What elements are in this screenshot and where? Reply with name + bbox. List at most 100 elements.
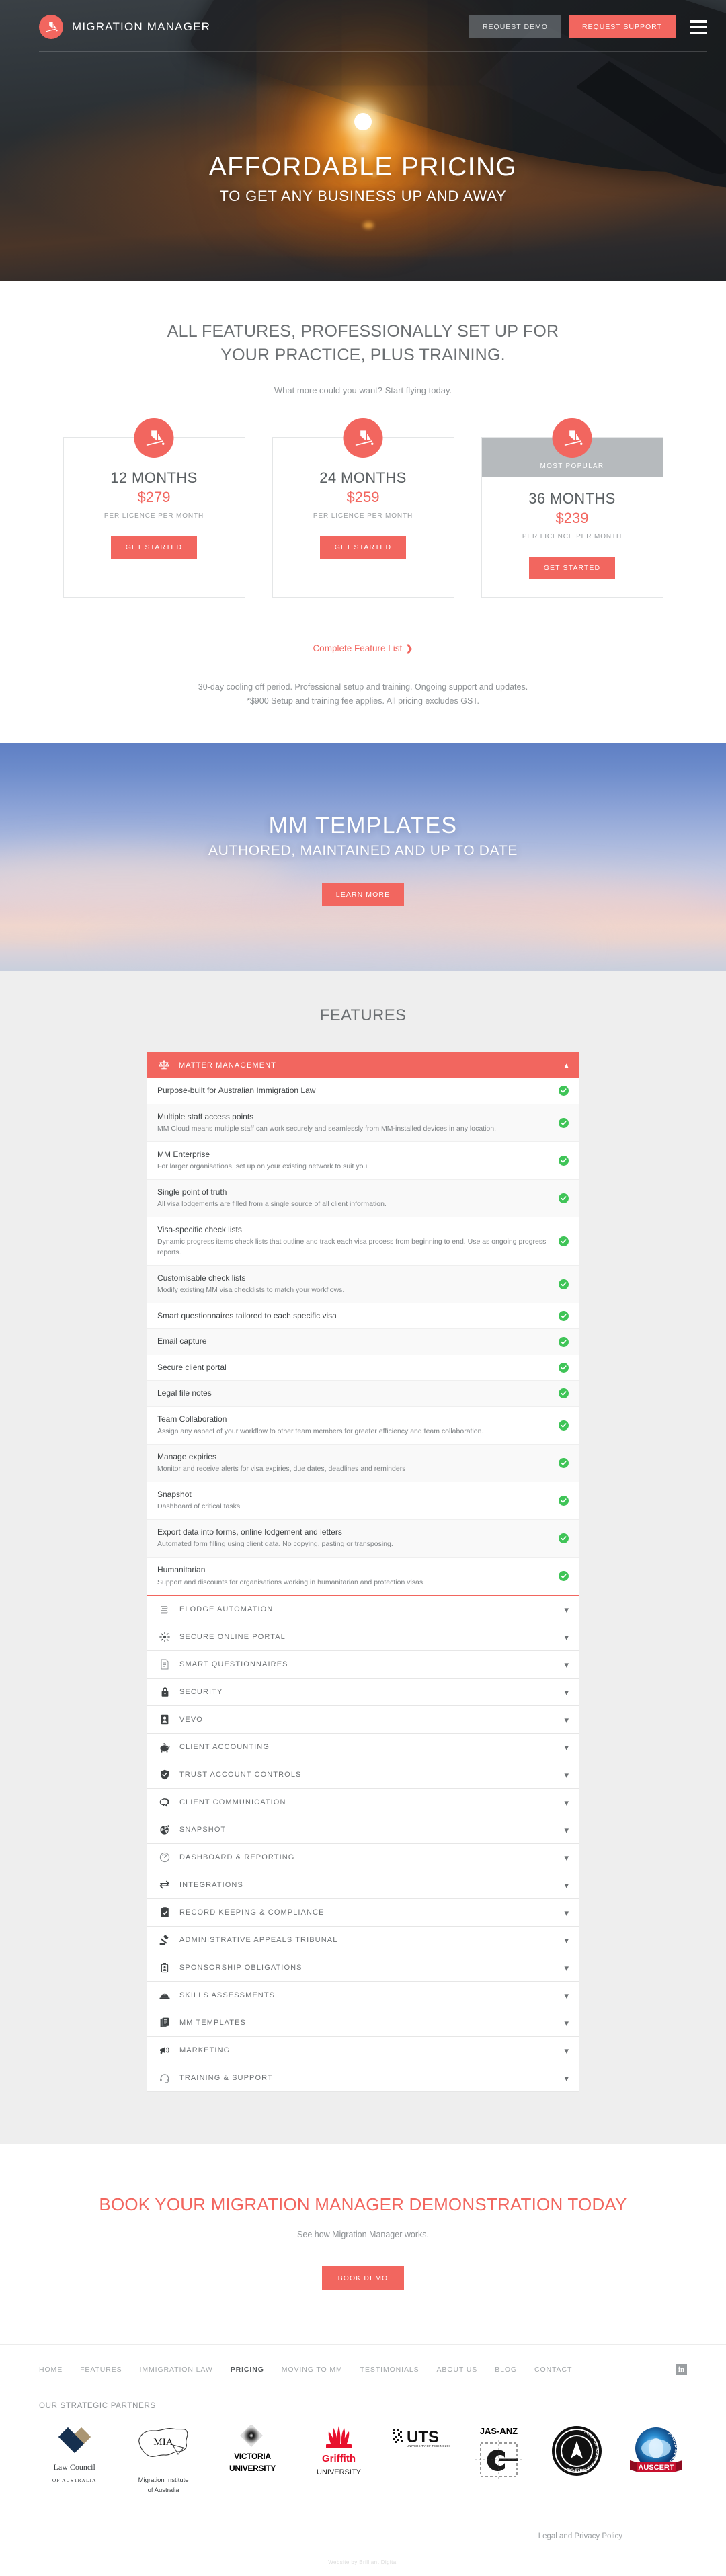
complete-feature-list-link[interactable]: Complete Feature List ❯ [313,643,413,654]
accordion-label: CLIENT COMMUNICATION [179,1798,286,1807]
footer-link-blog[interactable]: BLOG [495,2366,517,2374]
feature-row-description: Dashboard of critical tasks [157,1502,241,1511]
accordion-header-secure-online-portal[interactable]: SECURE ONLINE PORTAL ▾ [147,1623,579,1652]
get-started-button[interactable]: GET STARTED [319,536,407,559]
accordion-header-snapshot[interactable]: SNAPSHOT ▾ [147,1816,579,1845]
compass-assurance-iso-seal-icon: COMPASS ASSURANCE SERVICES · ISO 27001 · [552,2426,602,2477]
accordion-header-security[interactable]: SECURITY ▾ [147,1679,579,1707]
navbar-divider [39,51,707,52]
check-circle-icon [559,1311,569,1322]
get-started-button[interactable]: GET STARTED [110,536,198,559]
victoria-university-diamond-icon [240,2425,264,2448]
accordion-header-sponsorship-obligations[interactable]: SPONSORSHIP OBLIGATIONS ▾ [147,1954,579,1982]
pricing-heading-line1: ALL FEATURES, PROFESSIONALLY SET UP FOR [167,322,559,341]
accordion-header-elodge-automation[interactable]: ELODGE AUTOMATION ▾ [147,1596,579,1624]
sun-flare-lower-graphic [363,222,374,229]
headset-icon [157,2073,172,2083]
accordion-label: SECURE ONLINE PORTAL [179,1633,286,1642]
chevron-down-icon: ▾ [564,1659,569,1670]
footer-link-about-us[interactable]: ABOUT US [437,2366,478,2374]
feature-row-text: MM Enterprise For larger organisations, … [157,1149,559,1172]
auscert-proud-member-icon: PROUD MEMBER AUSCERT [630,2427,683,2472]
accordion-header-client-communication[interactable]: CLIENT COMMUNICATION ▾ [147,1789,579,1817]
scales-icon [157,1060,171,1070]
brand-logo[interactable]: MIGRATION MANAGER [39,15,210,39]
learn-more-button[interactable]: LEARN MORE [321,883,405,907]
feature-row-description: All visa lodgements are filled from a si… [157,1200,387,1209]
accordion-header-smart-questionnaires[interactable]: SMART QUESTIONNAIRES ▾ [147,1651,579,1679]
check-circle-icon [559,1193,569,1203]
accordion-header-marketing[interactable]: MARKETING ▾ [147,2037,579,2065]
request-support-button[interactable]: REQUEST SUPPORT [568,15,676,38]
svg-text:UTS: UTS [407,2428,439,2446]
accordion-closed-panels: ELODGE AUTOMATION ▾ SECURE ONLINE PORTAL… [147,1596,579,2093]
camera-shutter-icon [157,1824,172,1835]
partner-logo-compass-iso27001: COMPASS ASSURANCE SERVICES · ISO 27001 · [546,2425,608,2477]
feature-row-title: Email capture [157,1336,207,1346]
pricing-card-price: $279 [137,489,171,506]
feature-row: Export data into forms, online lodgement… [147,1520,579,1558]
chevron-down-icon: ▾ [564,1990,569,2001]
brand-name: MIGRATION MANAGER [72,20,211,33]
accordion-label: MM TEMPLATES [179,2019,246,2027]
accordion-label: VEVO [179,1716,203,1724]
accordion-header-client-accounting[interactable]: CLIENT ACCOUNTING ▾ [147,1734,579,1762]
sun-flare-graphic [354,113,372,130]
pricing-card-term: 36 MONTHS [528,490,616,507]
linkedin-icon[interactable]: in [676,2364,687,2376]
accordion-header-integrations[interactable]: INTEGRATIONS ▾ [147,1871,579,1900]
feature-row-title: MM Enterprise [157,1149,210,1159]
pricing-card: 24 MONTHS $259 PER LICENCE PER MONTH GET… [272,418,454,598]
badge-id-icon [157,1962,172,1973]
footer-link-moving-to-mm[interactable]: MOVING TO MM [282,2366,343,2374]
footer-link-contact[interactable]: CONTACT [534,2366,572,2374]
feature-row: Legal file notes [147,1381,579,1407]
footer-bottom: Legal and Privacy Policy [39,2526,687,2544]
pricing-card-price: $259 [346,489,380,506]
accordion-header-mm-templates[interactable]: MM TEMPLATES ▾ [147,2009,579,2038]
partner-logo-uts: UTS UNIVERSITY OF TECHNOLOGY SYDNEY [390,2425,452,2452]
partner-logo-law-council: Law Council OF AUSTRALIA [39,2425,110,2485]
footer-link-immigration-law[interactable]: IMMIGRATION LAW [140,2366,213,2374]
feature-row-text: Multiple staff access points MM Cloud me… [157,1111,559,1135]
pricing-card-term: 24 MONTHS [319,469,407,486]
chevron-down-icon: ▾ [564,1880,569,1890]
feature-row-title: Single point of truth [157,1186,227,1197]
cloud-graphic-3 [81,923,592,971]
request-demo-button[interactable]: REQUEST DEMO [469,15,561,38]
accordion-label: DASHBOARD & REPORTING [179,1853,295,1862]
footer-link-testimonials[interactable]: TESTIMONIALS [360,2366,419,2374]
accordion-panel-matter-management: Purpose-built for Australian Immigration… [147,1078,579,1597]
accordion-header-skills-assessments[interactable]: SKILLS ASSESSMENTS ▾ [147,1982,579,2010]
accordion-header-administrative-appeals-tribunal[interactable]: ADMINISTRATIVE APPEALS TRIBUNAL ▾ [147,1927,579,1955]
get-started-button[interactable]: GET STARTED [528,557,616,579]
pricing-card-note: PER LICENCE PER MONTH [104,512,204,520]
partner-logo-auscert: PROUD MEMBER AUSCERT [625,2425,687,2477]
feature-row: Email capture [147,1329,579,1355]
book-demo-title: BOOK YOUR MIGRATION MANAGER DEMONSTRATIO… [99,2194,627,2215]
piggy-bank-icon [157,1742,172,1753]
feature-row-description: Monitor and receive alerts for visa expi… [157,1465,406,1474]
accordion-header-record-keeping-compliance[interactable]: RECORD KEEPING & COMPLIANCE ▾ [147,1899,579,1927]
chevron-down-icon: ▾ [564,1687,569,1697]
accordion-header-dashboard-reporting[interactable]: DASHBOARD & REPORTING ▾ [147,1844,579,1872]
book-demo-button[interactable]: BOOK DEMO [321,2266,405,2291]
mm-templates-subtitle: AUTHORED, MAINTAINED AND UP TO DATE [208,843,518,859]
document-icon [157,1659,172,1670]
accordion-header-matter-management[interactable]: MATTER MANAGEMENT ▴ [147,1052,579,1079]
chevron-down-icon: ▾ [564,1824,569,1835]
footer-link-home[interactable]: HOME [39,2366,63,2374]
hero-title: AFFORDABLE PRICING [208,153,518,182]
chevron-down-icon: ▾ [564,2017,569,2028]
accordion-header-training-support[interactable]: TRAINING & SUPPORT ▾ [147,2064,579,2093]
footer-link-features[interactable]: FEATURES [80,2366,122,2374]
legal-privacy-policy-link[interactable]: Legal and Privacy Policy [538,2532,622,2540]
footer-link-pricing[interactable]: PRICING [231,2366,264,2374]
hamburger-menu-icon[interactable] [690,20,707,34]
accordion-header-vevo[interactable]: VEVO ▾ [147,1706,579,1734]
accordion-header-trust-account-controls[interactable]: TRUST ACCOUNT CONTROLS ▾ [147,1761,579,1789]
sail-logo-icon [552,418,592,458]
check-circle-icon [559,1279,569,1290]
chevron-down-icon: ▾ [564,1962,569,1973]
hero-copy: AFFORDABLE PRICING TO GET ANY BUSINESS U… [0,153,726,205]
